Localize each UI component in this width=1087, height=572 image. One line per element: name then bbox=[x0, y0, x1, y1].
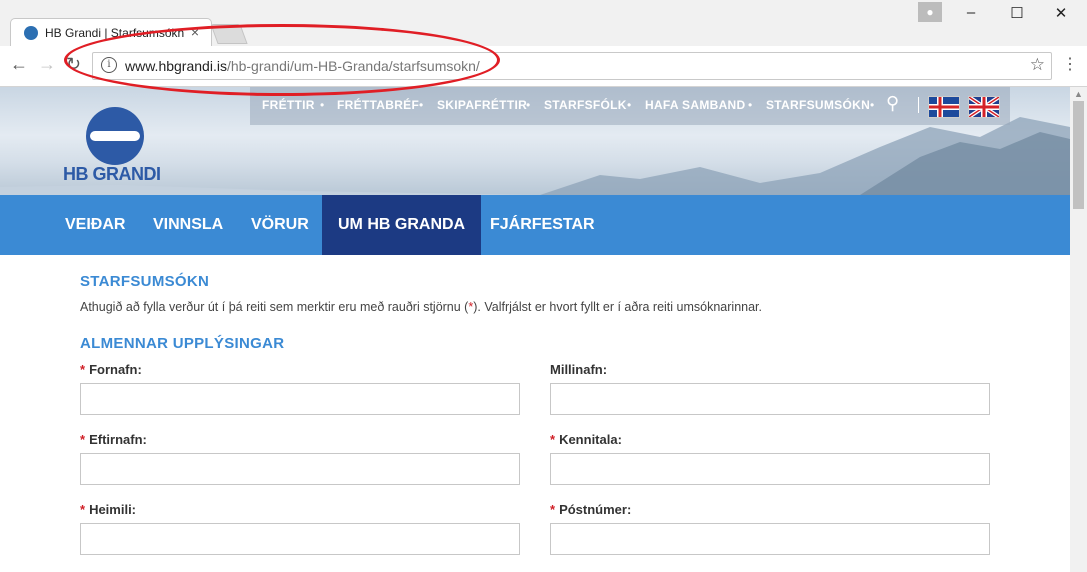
maximize-button[interactable]: ☐ bbox=[1002, 4, 1032, 22]
nav-dot: • bbox=[320, 98, 325, 112]
label-kennitala: * Kennitala: bbox=[550, 432, 622, 447]
scroll-up-icon[interactable]: ▲ bbox=[1074, 89, 1083, 99]
back-arrow-icon[interactable]: ← bbox=[10, 54, 28, 75]
page-scrollbar[interactable]: ▲ bbox=[1070, 87, 1087, 572]
url-path: /hb-grandi/um-HB-Granda/starfsumsokn/ bbox=[226, 58, 480, 74]
tab-title: HB Grandi | Starfsumsókn bbox=[45, 26, 185, 40]
main-nav-vinnsla[interactable]: VINNSLA bbox=[137, 195, 239, 255]
url-host: www.hbgrandi.is bbox=[125, 58, 227, 74]
logo-wave-shape bbox=[90, 131, 140, 141]
required-star: * bbox=[80, 502, 86, 517]
intro-text-before: Athugið að fylla verður út í þá reiti se… bbox=[80, 300, 469, 314]
user-profile-icon[interactable]: ● bbox=[918, 2, 942, 22]
info-icon[interactable]: i bbox=[101, 57, 117, 73]
top-nav-starfsfolk[interactable]: STARFSFÓLK bbox=[544, 98, 627, 112]
form-intro: Athugið að fylla verður út í þá reiti se… bbox=[80, 300, 762, 314]
nav-dot: • bbox=[748, 98, 753, 112]
main-nav: VEIÐAR VINNSLA VÖRUR UM HB GRANDA FJÁRFE… bbox=[0, 195, 1070, 255]
nav-dot: • bbox=[870, 98, 875, 112]
logo-text[interactable]: HB GRANDI bbox=[63, 164, 161, 185]
star-icon[interactable]: ☆ bbox=[1030, 55, 1045, 75]
top-nav-skipafrettir[interactable]: SKIPAFRÉTTIR bbox=[437, 98, 527, 112]
required-star: * bbox=[80, 432, 86, 447]
main-nav-um-hb-granda[interactable]: UM HB GRANDA bbox=[322, 195, 482, 255]
url-text[interactable]: www.hbgrandi.is/hb-grandi/um-HB-Granda/s… bbox=[125, 58, 480, 74]
browser-toolbar: ← → ↻ i www.hbgrandi.is/hb-grandi/um-HB-… bbox=[0, 46, 1087, 87]
forward-arrow-icon[interactable]: → bbox=[38, 54, 56, 75]
search-icon[interactable]: ⚲ bbox=[886, 93, 899, 114]
scrollbar-thumb[interactable] bbox=[1073, 101, 1084, 209]
section-title: ALMENNAR UPPLÝSINGAR bbox=[80, 335, 285, 352]
minimize-button[interactable]: – bbox=[956, 4, 986, 21]
close-window-button[interactable]: ✕ bbox=[1046, 4, 1076, 22]
fornafn-input[interactable] bbox=[80, 383, 520, 415]
intro-text-after: ). Valfrjálst er hvort fyllt er í aðra r… bbox=[473, 300, 762, 314]
page-viewport: HB GRANDI FRÉTTIR • FRÉTTABRÉF • SKIPAFR… bbox=[0, 87, 1070, 572]
label-text: Heimili: bbox=[89, 502, 137, 517]
address-bar[interactable]: i www.hbgrandi.is/hb-grandi/um-HB-Granda… bbox=[92, 52, 1052, 80]
label-text: Millinafn: bbox=[550, 362, 608, 377]
label-postnumer: * Póstnúmer: bbox=[550, 502, 631, 517]
browser-titlebar: HB Grandi | Starfsumsókn × ● – ☐ ✕ bbox=[0, 0, 1087, 47]
uk-flag-icon[interactable] bbox=[968, 96, 1000, 118]
main-nav-vorur[interactable]: VÖRUR bbox=[235, 195, 325, 255]
site-favicon-icon bbox=[24, 26, 38, 40]
iceland-flag-icon[interactable] bbox=[928, 96, 960, 118]
label-heimili: * Heimili: bbox=[80, 502, 136, 517]
header-hero: HB GRANDI FRÉTTIR • FRÉTTABRÉF • SKIPAFR… bbox=[0, 87, 1070, 195]
browser-tab[interactable]: HB Grandi | Starfsumsókn × bbox=[10, 18, 212, 47]
reload-icon[interactable]: ↻ bbox=[66, 54, 81, 75]
main-nav-veidar[interactable]: VEIÐAR bbox=[49, 195, 141, 255]
label-text: Póstnúmer: bbox=[559, 502, 632, 517]
top-nav-hafa-samband[interactable]: HAFA SAMBAND bbox=[645, 98, 746, 112]
postnumer-input[interactable] bbox=[550, 523, 990, 555]
label-text: Kennitala: bbox=[559, 432, 622, 447]
label-eftirnafn: * Eftirnafn: bbox=[80, 432, 147, 447]
main-nav-fjarfestar[interactable]: FJÁRFESTAR bbox=[474, 195, 611, 255]
millinafn-input[interactable] bbox=[550, 383, 990, 415]
eftirnafn-input[interactable] bbox=[80, 453, 520, 485]
required-star: * bbox=[80, 362, 86, 377]
nav-dot: • bbox=[526, 98, 531, 112]
heimili-input[interactable] bbox=[80, 523, 520, 555]
menu-dots-icon[interactable]: ⋮ bbox=[1062, 54, 1078, 74]
kennitala-input[interactable] bbox=[550, 453, 990, 485]
top-nav-frettir[interactable]: FRÉTTIR bbox=[262, 98, 315, 112]
tab-close-icon[interactable]: × bbox=[191, 24, 199, 40]
label-millinafn: Millinafn: bbox=[550, 362, 607, 377]
required-star: * bbox=[550, 502, 556, 517]
top-nav-frettabref[interactable]: FRÉTTABRÉF bbox=[337, 98, 419, 112]
top-nav: FRÉTTIR • FRÉTTABRÉF • SKIPAFRÉTTIR • ST… bbox=[250, 87, 1010, 125]
label-text: Eftirnafn: bbox=[89, 432, 147, 447]
page-title: STARFSUMSÓKN bbox=[80, 273, 210, 290]
nav-separator bbox=[918, 97, 919, 113]
label-text: Fornafn: bbox=[89, 362, 142, 377]
nav-dot: • bbox=[627, 98, 632, 112]
nav-dot: • bbox=[419, 98, 424, 112]
new-tab-button[interactable] bbox=[210, 24, 248, 44]
required-star: * bbox=[550, 432, 556, 447]
top-nav-starfsumsokn[interactable]: STARFSUMSÓKN bbox=[766, 98, 870, 112]
label-fornafn: * Fornafn: bbox=[80, 362, 142, 377]
